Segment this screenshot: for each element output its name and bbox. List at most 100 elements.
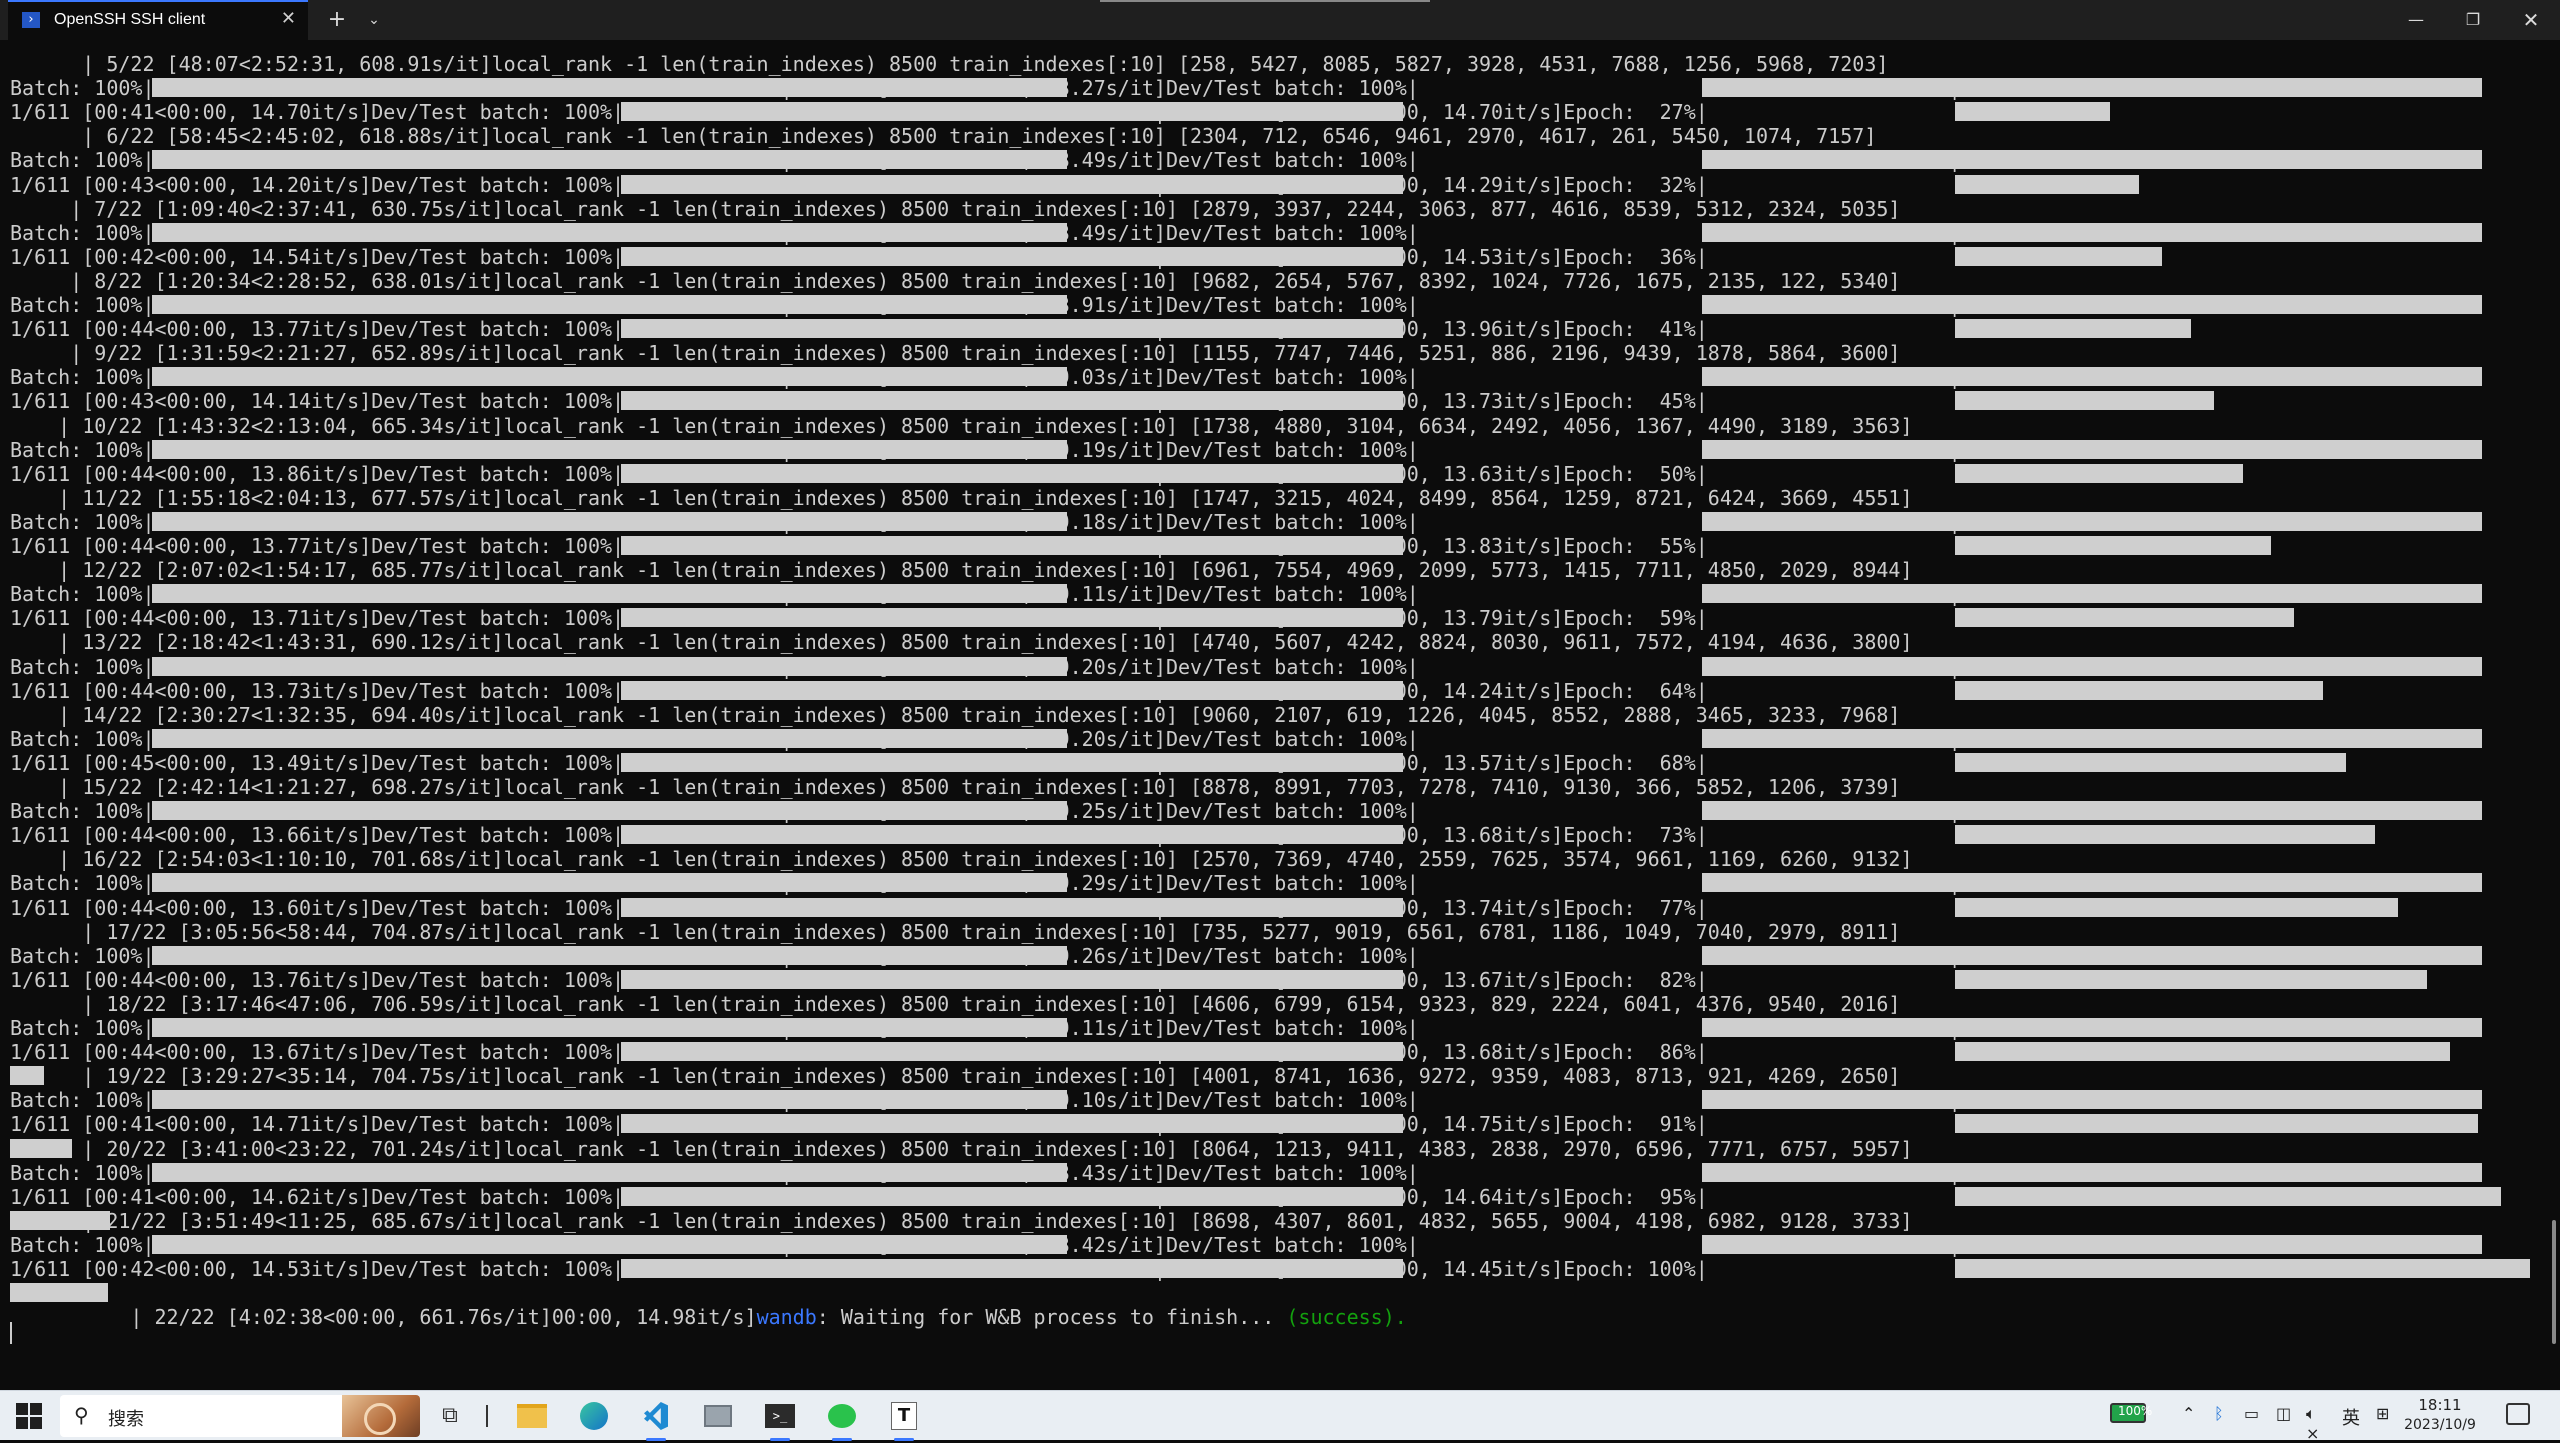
terminal-line: | 16/22 [2:54:03<1:10:10, 701.68s/it]loc… [10, 847, 1913, 872]
photos-app-icon[interactable] [700, 1398, 736, 1434]
progress-bar-fill [621, 825, 1403, 845]
taskbar-search[interactable]: ⚲ 搜索 [60, 1395, 420, 1437]
taskbar: ⚲ 搜索 ⧉ >_ T 100% ⌃ ᛒ ▭ ◫ 🔈︎× 英 ⊞ 18:11 2… [0, 1390, 2560, 1443]
progress-bar-fill [1702, 1090, 2482, 1110]
chevron-down-icon[interactable]: ⌄ [360, 0, 388, 40]
search-highlight-image [342, 1395, 420, 1437]
close-button[interactable]: ✕ [2508, 0, 2554, 40]
progress-bar-fill [152, 945, 1067, 965]
progress-bar-fill [621, 680, 1403, 700]
progress-bar-fill [152, 1234, 1067, 1254]
progress-bar-fill [1702, 1162, 2482, 1182]
progress-bar-fill [152, 1090, 1067, 1110]
wandb-label: wandb [756, 1305, 817, 1330]
progress-bar-fill [621, 752, 1403, 772]
windows-start-icon[interactable] [16, 1403, 42, 1429]
chevron-up-icon[interactable]: ⌃ [2182, 1404, 2195, 1423]
progress-bar-fill [621, 391, 1403, 411]
final-progress-text: | 22/22 [4:02:38<00:00, 661.76s/it]00:00… [58, 1305, 757, 1330]
taskbar-separator [486, 1405, 488, 1427]
typora-icon[interactable]: T [886, 1398, 922, 1441]
new-tab-button[interactable]: + [322, 0, 352, 40]
success-label: (success). [1286, 1305, 1407, 1330]
progress-bar-fill [1955, 897, 2398, 917]
progress-bar-fill [152, 728, 1067, 748]
terminal-app-icon[interactable]: >_ [762, 1398, 798, 1441]
edge-browser-icon[interactable] [576, 1398, 612, 1434]
terminal-line: | 19/22 [3:29:27<35:14, 704.75s/it]local… [10, 1064, 1901, 1089]
terminal-line: | 18/22 [3:17:46<47:06, 706.59s/it]local… [10, 991, 1901, 1016]
tab-close-icon[interactable]: ✕ [281, 8, 296, 29]
progress-bar-fill [621, 1042, 1403, 1062]
progress-bar-fill [1955, 463, 2243, 483]
progress-bar-fill [152, 150, 1067, 170]
progress-bar-fill [1955, 1114, 2478, 1134]
progress-bar-fill [1702, 728, 2482, 748]
terminal-output[interactable]: | 5/22 [48:07<2:52:31, 608.91s/it]local_… [0, 40, 2560, 1390]
progress-bar-fill [1702, 511, 2482, 531]
title-bar: › OpenSSH SSH client ✕ + ⌄ — ❐ ✕ [0, 0, 2560, 40]
final-status-line: | 22/22 [4:02:38<00:00, 661.76s/it]00:00… [10, 1281, 1406, 1329]
terminal-line: | 13/22 [2:18:42<1:43:31, 690.12s/it]loc… [10, 630, 1913, 655]
terminal-line: | 10/22 [1:43:32<2:13:04, 665.34s/it]loc… [10, 413, 1913, 438]
terminal-line: | 7/22 [1:09:40<2:37:41, 630.75s/it]loca… [10, 196, 1901, 221]
progress-bar-fill [152, 801, 1067, 821]
progress-bar-fill [10, 1138, 72, 1158]
progress-bar-fill [10, 1066, 44, 1086]
progress-bar-fill [621, 1186, 1403, 1206]
progress-bar-fill [1955, 102, 2110, 122]
vscode-icon[interactable] [638, 1398, 674, 1441]
progress-bar-fill [1702, 295, 2482, 314]
terminal-tab[interactable]: › OpenSSH SSH client ✕ [8, 0, 308, 40]
progress-bar-fill [1955, 608, 2294, 628]
progress-bar-fill [1955, 680, 2323, 700]
progress-bar-fill [621, 174, 1403, 194]
volume-muted-icon[interactable]: 🔈︎× [2306, 1404, 2319, 1443]
terminal-line: | 9/22 [1:31:59<2:21:27, 652.89s/it]loca… [10, 341, 1901, 366]
task-view-icon[interactable]: ⧉ [432, 1398, 468, 1434]
minimize-button[interactable]: — [2394, 0, 2438, 40]
progress-bar-fill [152, 656, 1067, 676]
terminal-line: | 14/22 [2:30:27<1:32:35, 694.40s/it]loc… [10, 702, 1901, 727]
search-icon: ⚲ [74, 1403, 89, 1427]
tab-title: OpenSSH SSH client [54, 11, 206, 28]
wechat-icon[interactable] [824, 1398, 860, 1441]
terminal-line: | 20/22 [3:41:00<23:22, 701.24s/it]local… [10, 1136, 1913, 1161]
progress-bar-fill [1955, 1042, 2450, 1062]
progress-bar-fill [152, 1162, 1067, 1182]
input-method-indicator[interactable]: 英 [2342, 1404, 2360, 1430]
progress-bar-fill [1955, 969, 2427, 989]
power-icon[interactable]: ▭ [2244, 1404, 2259, 1423]
terminal-line: | 21/22 [3:51:49<11:25, 685.67s/it]local… [10, 1208, 1913, 1233]
file-explorer-icon[interactable] [514, 1398, 550, 1434]
bluetooth-icon[interactable]: ᛒ [2214, 1404, 2224, 1423]
progress-bar-fill [152, 222, 1067, 242]
progress-bar-fill [152, 367, 1067, 387]
notification-icon[interactable] [2506, 1403, 2530, 1425]
progress-bar-fill [152, 295, 1067, 314]
progress-bar-fill [10, 1210, 110, 1230]
progress-bar-fill [1955, 1186, 2501, 1206]
progress-bar-fill [621, 969, 1403, 989]
search-input[interactable]: 搜索 [108, 1405, 144, 1431]
progress-bar-fill [1702, 945, 2482, 965]
terminal-icon: › [22, 12, 40, 28]
maximize-button[interactable]: ❐ [2450, 0, 2496, 40]
progress-bar-fill [152, 1018, 1067, 1037]
scrollbar[interactable] [2552, 1220, 2556, 1344]
progress-bar-fill [1702, 584, 2482, 604]
progress-bar-fill [152, 78, 1067, 98]
progress-bar-fill [1702, 1234, 2482, 1254]
progress-bar-fill [621, 536, 1403, 555]
terminal-line: | 15/22 [2:42:14<1:21:27, 698.27s/it]loc… [10, 775, 1901, 799]
network-icon[interactable]: ◫ [2276, 1404, 2291, 1423]
progress-bar-fill [621, 246, 1403, 266]
progress-bar-fill [621, 463, 1403, 483]
progress-bar-fill [1955, 536, 2271, 555]
progress-bar-fill [152, 584, 1067, 604]
clock[interactable]: 18:11 2023/10/9 [2388, 1395, 2492, 1435]
terminal-line: | 11/22 [1:55:18<2:04:13, 677.57s/it]loc… [10, 485, 1913, 510]
progress-bar-fill [1955, 825, 2375, 845]
progress-bar-fill [1955, 246, 2162, 266]
terminal-line: | 17/22 [3:05:56<58:44, 704.87s/it]local… [10, 919, 1901, 944]
